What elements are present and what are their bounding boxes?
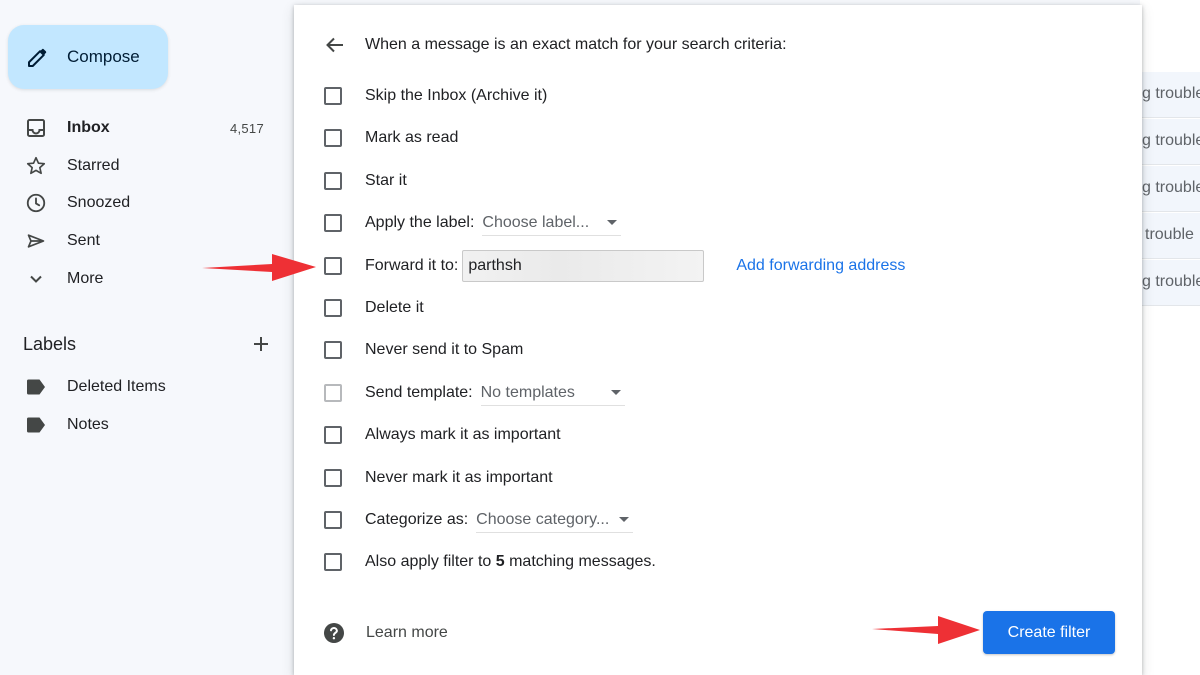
- mail-row-snippet: g trouble: [1142, 273, 1200, 290]
- apply-label-label: Apply the label:: [365, 214, 475, 231]
- category-select[interactable]: Choose category...: [476, 507, 634, 533]
- nav-label-more: More: [67, 270, 104, 287]
- send-template-checkbox[interactable]: [324, 384, 342, 402]
- option-delete: Delete it: [324, 294, 1104, 322]
- mail-row-snippet: g trouble: [1142, 179, 1200, 196]
- learn-more-link[interactable]: Learn more: [366, 624, 448, 642]
- label-icon: [24, 375, 48, 399]
- back-arrow-icon[interactable]: [322, 32, 348, 58]
- nav-label-snoozed: Snoozed: [67, 194, 131, 211]
- labels-header: Labels: [23, 330, 273, 358]
- nav-label-sent: Sent: [67, 232, 100, 249]
- option-star: Star it: [324, 167, 1104, 195]
- plus-icon[interactable]: [249, 332, 273, 356]
- help-row: Learn more: [322, 621, 448, 645]
- dropdown-arrow-icon: [610, 390, 621, 395]
- nav-item-snoozed[interactable]: Snoozed: [0, 185, 290, 221]
- filter-dialog: When a message is an exact match for you…: [294, 5, 1142, 675]
- template-select-value: No templates: [480, 383, 575, 401]
- mail-row-snippet: trouble: [1145, 226, 1194, 243]
- compose-label: Compose: [67, 47, 140, 66]
- label-item-label: Notes: [67, 416, 109, 433]
- option-categorize: Categorize as: Choose category...: [324, 506, 1104, 534]
- forward-label: Forward it to:: [365, 257, 459, 274]
- mail-row[interactable]: g trouble: [1140, 72, 1200, 118]
- option-never-important: Never mark it as important: [324, 464, 1104, 492]
- annotation-arrow-icon: [202, 254, 316, 281]
- never-important-label: Never mark it as important: [365, 469, 553, 486]
- option-apply-label: Apply the label: Choose label...: [324, 209, 1104, 237]
- categorize-label: Categorize as:: [365, 511, 469, 528]
- skip-inbox-checkbox[interactable]: [324, 87, 342, 105]
- also-apply-suffix: matching messages.: [509, 553, 656, 570]
- star-checkbox[interactable]: [324, 172, 342, 190]
- nav-label-inbox: Inbox: [67, 119, 110, 136]
- option-skip-inbox: Skip the Inbox (Archive it): [324, 82, 1104, 110]
- option-also-apply: Also apply filter to 5 matching messages…: [324, 548, 1104, 576]
- always-important-checkbox[interactable]: [324, 426, 342, 444]
- categorize-checkbox[interactable]: [324, 511, 342, 529]
- nav-label-starred: Starred: [67, 157, 120, 174]
- always-important-label: Always mark it as important: [365, 426, 561, 443]
- mail-row-snippet: g trouble: [1142, 132, 1200, 149]
- matching-count: 5: [495, 553, 505, 570]
- help-icon[interactable]: [322, 621, 346, 645]
- also-apply-label: Also apply filter to 5 matching messages…: [365, 553, 656, 571]
- skip-inbox-label: Skip the Inbox (Archive it): [365, 87, 548, 104]
- label-item-deleted-items[interactable]: Deleted Items: [0, 369, 290, 405]
- never-important-checkbox[interactable]: [324, 469, 342, 487]
- send-template-label: Send template:: [365, 384, 473, 401]
- inbox-icon: [24, 116, 48, 140]
- label-item-label: Deleted Items: [67, 378, 166, 395]
- category-select-value: Choose category...: [476, 510, 610, 528]
- also-apply-checkbox[interactable]: [324, 553, 342, 571]
- compose-button[interactable]: Compose: [8, 25, 168, 89]
- mail-row[interactable]: trouble: [1140, 213, 1200, 259]
- mark-read-checkbox[interactable]: [324, 129, 342, 147]
- nav-item-inbox[interactable]: Inbox 4,517: [0, 110, 290, 146]
- mail-row[interactable]: g trouble: [1140, 260, 1200, 306]
- labels-title: Labels: [23, 333, 77, 354]
- option-forward: Forward it to: Add forwarding address: [324, 250, 1104, 282]
- option-send-template: Send template: No templates: [324, 379, 1104, 407]
- send-icon: [24, 229, 48, 253]
- inbox-count: 4,517: [229, 120, 264, 136]
- apply-label-checkbox[interactable]: [324, 214, 342, 232]
- label-select[interactable]: Choose label...: [482, 210, 622, 236]
- star-label: Star it: [365, 172, 407, 189]
- add-forwarding-address-link[interactable]: Add forwarding address: [736, 257, 905, 275]
- create-filter-button[interactable]: Create filter: [983, 611, 1115, 654]
- clock-icon: [24, 191, 48, 215]
- delete-label: Delete it: [365, 299, 424, 316]
- dialog-title: When a message is an exact match for you…: [365, 36, 787, 53]
- annotation-arrow-icon: [872, 616, 980, 644]
- option-mark-read: Mark as read: [324, 124, 1104, 152]
- never-spam-label: Never send it to Spam: [365, 341, 524, 358]
- dialog-header: When a message is an exact match for you…: [322, 31, 787, 59]
- mark-read-label: Mark as read: [365, 129, 459, 146]
- mail-row[interactable]: g trouble: [1140, 119, 1200, 165]
- label-icon: [24, 413, 48, 437]
- dropdown-arrow-icon: [607, 220, 618, 225]
- star-icon: [24, 154, 48, 178]
- dropdown-arrow-icon: [619, 517, 630, 522]
- forward-address-input[interactable]: [462, 250, 705, 282]
- label-item-notes[interactable]: Notes: [0, 407, 290, 443]
- forward-checkbox[interactable]: [324, 257, 342, 275]
- also-apply-prefix: Also apply filter to: [365, 553, 492, 570]
- template-select[interactable]: No templates: [480, 380, 625, 406]
- never-spam-checkbox[interactable]: [324, 341, 342, 359]
- nav-item-starred[interactable]: Starred: [0, 148, 290, 184]
- delete-checkbox[interactable]: [324, 299, 342, 317]
- option-always-important: Always mark it as important: [324, 421, 1104, 449]
- option-never-spam: Never send it to Spam: [324, 336, 1104, 364]
- mail-row[interactable]: g trouble: [1140, 166, 1200, 212]
- chevron-down-icon: [24, 267, 48, 291]
- mail-row-snippet: g trouble: [1142, 85, 1200, 102]
- label-select-value: Choose label...: [482, 213, 590, 231]
- pencil-icon: [28, 48, 47, 67]
